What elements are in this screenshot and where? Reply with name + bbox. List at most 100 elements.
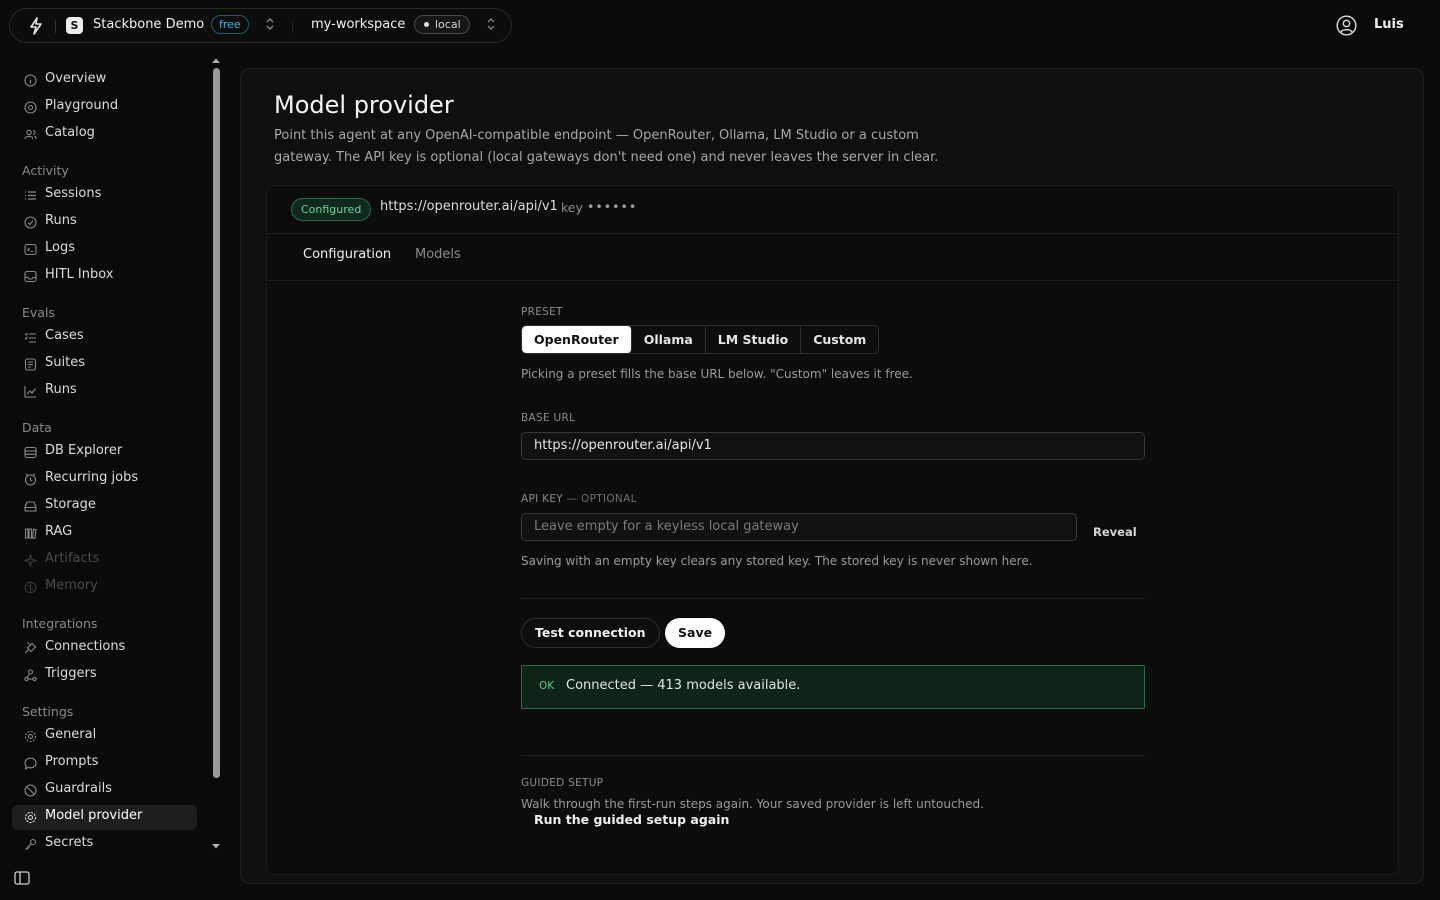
sidebar-item-cases[interactable]: Cases xyxy=(12,325,197,350)
sidebar-item-sessions[interactable]: Sessions xyxy=(12,183,197,208)
sidebar-item-overview[interactable]: Overview xyxy=(12,68,197,93)
logo-icon[interactable] xyxy=(28,17,44,35)
main-panel: Model provider Point this agent at any O… xyxy=(240,68,1424,884)
brain-icon xyxy=(24,581,37,594)
sidebar-item-eval-runs[interactable]: Runs xyxy=(12,379,197,404)
user-circle-icon xyxy=(1336,15,1357,36)
sidebar-item-logs[interactable]: Logs xyxy=(12,237,197,262)
result-message: Connected — 413 models available. xyxy=(566,678,801,693)
sidebar-item-general[interactable]: General xyxy=(12,724,197,749)
page-description: Point this agent at any OpenAI-compatibl… xyxy=(274,128,939,165)
divider xyxy=(55,20,56,33)
workspace-switcher: S Stackbone Demo free my-workspace local xyxy=(9,8,512,43)
preset-selector: OpenRouter Ollama LM Studio Custom xyxy=(521,325,880,354)
org-avatar: S xyxy=(66,17,83,34)
reveal-button[interactable]: Reveal xyxy=(1093,525,1137,539)
preset-label: PRESET xyxy=(521,306,563,318)
base-url-label: BASE URL xyxy=(521,412,576,424)
sidebar-item-model-provider[interactable]: Model provider xyxy=(12,805,197,830)
divider xyxy=(292,20,293,33)
chart-line-icon xyxy=(24,385,37,398)
sidebar-item-label: Runs xyxy=(45,213,77,228)
api-key-input[interactable]: Leave empty for a keyless local gateway xyxy=(521,513,1077,541)
database-icon xyxy=(24,446,37,459)
layers-icon xyxy=(24,358,37,371)
divider xyxy=(521,755,1145,756)
sidebar-item-label: Prompts xyxy=(45,754,99,769)
sidebar-item-label: Cases xyxy=(45,328,84,343)
sidebar-item-rag[interactable]: RAG xyxy=(12,521,197,546)
test-connection-button[interactable]: Test connection xyxy=(521,618,660,648)
plan-badge: free xyxy=(211,15,249,34)
status-badge: Configured xyxy=(291,198,372,221)
check-circle-icon xyxy=(24,216,37,229)
gear-icon xyxy=(24,730,37,743)
chevron-updown-icon[interactable] xyxy=(486,17,496,31)
scroll-down-arrow-icon[interactable] xyxy=(211,843,221,850)
tab-models[interactable]: Models xyxy=(415,247,461,262)
sidebar-item-label: DB Explorer xyxy=(45,443,123,458)
env-dot xyxy=(424,22,429,27)
preset-custom-button[interactable]: Custom xyxy=(801,326,878,353)
clock-icon xyxy=(24,473,37,486)
sidebar-item-connections[interactable]: Connections xyxy=(12,636,197,661)
sidebar-item-triggers[interactable]: Triggers xyxy=(12,663,197,688)
sidebar-item-prompts[interactable]: Prompts xyxy=(12,751,197,776)
run-guided-setup-button[interactable]: Run the guided setup again xyxy=(534,812,729,827)
books-icon xyxy=(24,527,37,540)
nav-group-integrations: Integrations xyxy=(22,616,98,631)
workspace-name: my-workspace xyxy=(311,17,406,32)
preset-lm-studio-button[interactable]: LM Studio xyxy=(706,326,802,353)
sidebar-item-recurring-jobs[interactable]: Recurring jobs xyxy=(12,467,197,492)
sidebar-item-suites[interactable]: Suites xyxy=(12,352,197,377)
sidebar-item-label: HITL Inbox xyxy=(45,267,114,282)
preset-ollama-button[interactable]: Ollama xyxy=(632,326,706,353)
user-name: Luis xyxy=(1374,17,1404,32)
sidebar-item-storage[interactable]: Storage xyxy=(12,494,197,519)
chip-icon xyxy=(24,811,37,824)
api-key-help: Saving with an empty key clears any stor… xyxy=(521,554,1033,568)
user-menu[interactable]: Luis xyxy=(1336,15,1418,37)
nav-group-settings: Settings xyxy=(22,704,74,719)
status-key-label: key xyxy=(561,200,583,215)
chevron-updown-icon[interactable] xyxy=(265,17,275,31)
api-key-label: API KEY — OPTIONAL xyxy=(521,493,637,505)
scroll-up-arrow-icon[interactable] xyxy=(211,57,221,64)
sidebar-item-guardrails[interactable]: Guardrails xyxy=(12,778,197,803)
provider-card: Configured https://openrouter.ai/api/v1 … xyxy=(266,185,1399,875)
env-badge: local xyxy=(414,15,470,34)
hard-drive-icon xyxy=(24,500,37,513)
api-key-label-text: API KEY xyxy=(521,493,563,505)
nav-group-data: Data xyxy=(22,420,52,435)
save-button[interactable]: Save xyxy=(665,618,726,648)
sidebar-item-db-explorer[interactable]: DB Explorer xyxy=(12,440,197,465)
sidebar-item-label: Playground xyxy=(45,98,119,113)
status-key-masked: •••••• xyxy=(587,199,638,214)
sidebar-item-label: Memory xyxy=(45,578,98,593)
sidebar-item-label: Model provider xyxy=(45,808,143,823)
sidebar-item-label: Logs xyxy=(45,240,75,255)
plug-icon xyxy=(24,642,37,655)
sidebar-scrollbar-thumb[interactable] xyxy=(213,68,220,778)
sidebar-item-label: Triggers xyxy=(45,666,97,681)
sidebar-item-label: Suites xyxy=(45,355,85,370)
top-bar: S Stackbone Demo free my-workspace local… xyxy=(0,0,1440,50)
api-key-optional-text: — OPTIONAL xyxy=(562,493,637,505)
base-url-input[interactable]: https://openrouter.ai/api/v1 xyxy=(521,432,1145,460)
sidebar-item-runs[interactable]: Runs xyxy=(12,210,197,235)
message-icon xyxy=(24,757,37,770)
key-icon xyxy=(24,838,37,851)
sidebar-item-artifacts: Artifacts xyxy=(12,548,197,573)
sidebar-toggle-icon[interactable] xyxy=(14,871,30,885)
sidebar-item-secrets[interactable]: Secrets xyxy=(12,832,197,857)
users-icon xyxy=(24,128,37,141)
sparkle-icon xyxy=(24,554,37,567)
org-name: Stackbone Demo xyxy=(93,17,205,32)
tab-configuration[interactable]: Configuration xyxy=(303,247,391,262)
sidebar-item-hitl-inbox[interactable]: HITL Inbox xyxy=(12,264,197,289)
preset-openrouter-button[interactable]: OpenRouter xyxy=(522,326,632,353)
sidebar: Overview Playground Catalog Activity Ses… xyxy=(0,50,230,900)
target-icon xyxy=(24,101,37,114)
sidebar-item-catalog[interactable]: Catalog xyxy=(12,122,197,147)
sidebar-item-playground[interactable]: Playground xyxy=(12,95,197,120)
